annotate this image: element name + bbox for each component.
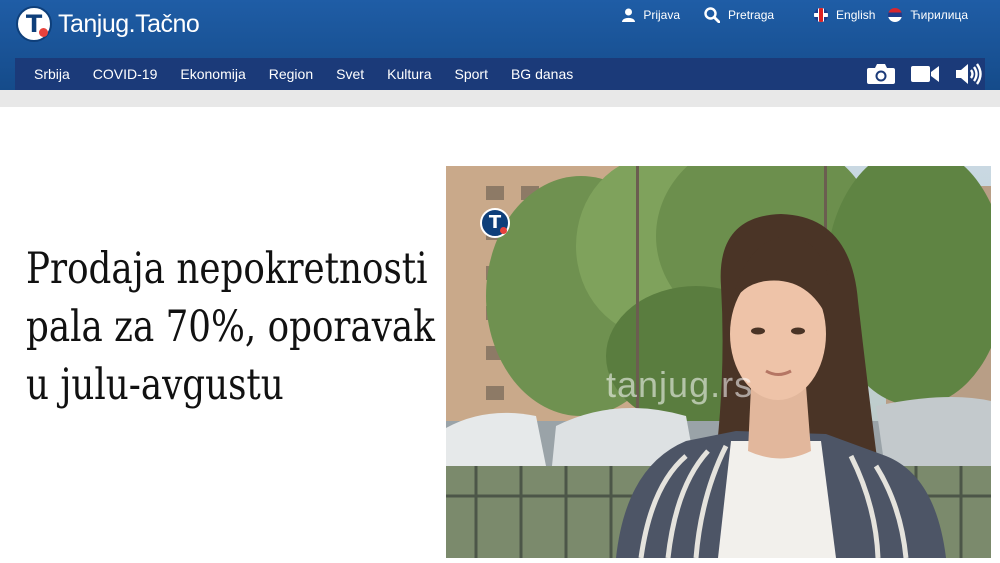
header-separator — [0, 90, 1000, 107]
serbia-flag-icon — [888, 8, 903, 22]
top-links: Prijava Pretraga English Ћирилица — [622, 4, 1000, 26]
nav-item-bg-danas[interactable]: BG danas — [511, 66, 573, 82]
uk-flag-icon — [814, 8, 829, 22]
search-link[interactable]: Pretraga — [704, 7, 774, 23]
media-buttons — [856, 59, 988, 89]
user-icon — [622, 8, 636, 22]
english-language-link[interactable]: English — [814, 8, 875, 22]
article-headline[interactable]: Prodaja nepokretnosti pala za 70%, opora… — [26, 240, 435, 414]
speaker-icon — [956, 63, 982, 85]
nav-item-covid-19[interactable]: COVID-19 — [93, 66, 158, 82]
site-logo[interactable]: T Tanjug.Tačno — [16, 3, 200, 45]
site-header: T Tanjug.Tačno Prijava Pretraga English … — [0, 0, 1000, 90]
tanjug-watermark-icon: T — [480, 208, 510, 238]
photo-watermark: tanjug.rs — [606, 364, 754, 405]
tanjug-logo-icon: T — [16, 6, 52, 42]
audio-button[interactable] — [950, 59, 988, 89]
nav-item-region[interactable]: Region — [269, 66, 313, 82]
photo-gallery-button[interactable] — [862, 59, 900, 89]
cyrillic-script-link[interactable]: Ћирилица — [888, 8, 968, 22]
nav-item-svet[interactable]: Svet — [336, 66, 364, 82]
search-icon — [704, 7, 721, 23]
nav-item-kultura[interactable]: Kultura — [387, 66, 431, 82]
nav-item-srbija[interactable]: Srbija — [34, 66, 70, 82]
login-link[interactable]: Prijava — [622, 8, 680, 22]
video-camera-icon — [911, 66, 939, 82]
nav-item-sport[interactable]: Sport — [455, 66, 488, 82]
site-name: Tanjug.Tačno — [58, 9, 200, 38]
nav-item-ekonomija[interactable]: Ekonomija — [180, 66, 245, 82]
main-nav: Srbija COVID-19 Ekonomija Region Svet Ku… — [15, 58, 985, 90]
photo-scene — [446, 166, 991, 558]
video-button[interactable] — [906, 59, 944, 89]
camera-icon — [867, 64, 895, 84]
article-photo[interactable]: T tanjug.rs — [446, 166, 991, 558]
